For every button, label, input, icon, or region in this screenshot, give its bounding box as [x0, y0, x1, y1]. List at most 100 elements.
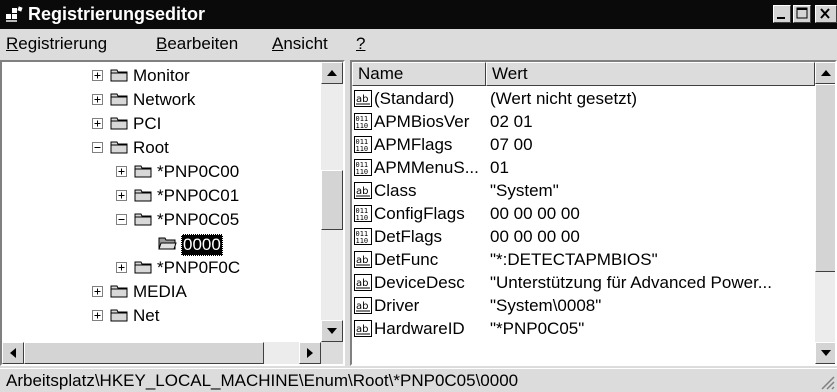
folder-icon	[110, 115, 129, 131]
expand-icon[interactable]	[92, 94, 103, 105]
value-row[interactable]: ab Driver "System\0008"	[352, 295, 814, 318]
value-name: ConfigFlags	[374, 204, 465, 223]
tree-node[interactable]: Root	[2, 136, 320, 160]
value-data: 02 01	[490, 112, 533, 131]
value-list-pane[interactable]: Name Wert ab (Standard) (Wert nicht gesetz…	[350, 60, 837, 366]
tree-horizontal-scroll-thumb[interactable]	[24, 342, 264, 364]
tree-node[interactable]: PCI	[2, 112, 320, 136]
value-name: DetFunc	[374, 250, 439, 269]
binary-value-icon: 011 110	[354, 228, 373, 246]
folder-icon	[110, 91, 129, 107]
expand-icon[interactable]	[116, 190, 127, 201]
value-row[interactable]: 011 110 APMBiosVer 02 01	[352, 111, 814, 134]
list-vertical-scroll-thumb[interactable]	[815, 84, 835, 272]
tree-horizontal-scrollbar[interactable]	[2, 342, 321, 364]
column-header-value[interactable]: Wert	[486, 62, 815, 86]
column-header-name-label: Name	[358, 64, 404, 83]
value-data: "Unterstützung für Advanced Power...	[490, 273, 772, 292]
tree-scroll-left-button[interactable]	[2, 342, 24, 364]
list-scroll-up-button[interactable]	[815, 62, 835, 84]
tree-vertical-scrollbar[interactable]	[321, 62, 343, 342]
folder-icon	[110, 139, 129, 155]
folder-icon	[134, 163, 153, 179]
svg-text:ab: ab	[356, 255, 368, 266]
svg-text:ab: ab	[356, 186, 368, 197]
value-row[interactable]: 011 110 APMMenuS... 01	[352, 157, 814, 180]
svg-text:110: 110	[356, 214, 369, 222]
value-name: APMBiosVer	[374, 112, 470, 131]
value-row[interactable]: ab (Standard) (Wert nicht gesetzt)	[352, 88, 814, 111]
tree-node[interactable]: *PNP0C05	[2, 208, 320, 232]
status-path: Arbeitsplatz\HKEY_LOCAL_MACHINE\Enum\Roo…	[6, 371, 519, 390]
value-data: 01	[490, 158, 509, 177]
menu-registrierung[interactable]: Registrierung	[6, 34, 107, 54]
string-value-icon: ab	[354, 274, 373, 292]
menu-ansicht[interactable]: Ansicht	[272, 34, 328, 54]
resize-grip-icon[interactable]	[819, 374, 835, 390]
list-vertical-scrollbar[interactable]	[815, 62, 835, 364]
binary-value-icon: 011 110	[354, 159, 373, 177]
maximize-button[interactable]	[793, 5, 811, 23]
column-header-name[interactable]: Name	[352, 62, 486, 86]
tree-node[interactable]: *PNP0C00	[2, 160, 320, 184]
svg-text:ab: ab	[356, 301, 368, 312]
tree-scroll-right-button[interactable]	[299, 342, 321, 364]
value-data: 00 00 00 00	[490, 227, 580, 246]
status-bar: Arbeitsplatz\HKEY_LOCAL_MACHINE\Enum\Roo…	[0, 368, 837, 392]
value-row[interactable]: ab Class "System"	[352, 180, 814, 203]
menu-bearbeiten[interactable]: Bearbeiten	[156, 34, 238, 54]
expand-icon[interactable]	[92, 310, 103, 321]
tree-node[interactable]: Network	[2, 88, 320, 112]
key-tree-pane[interactable]: Monitor Network PCI Root *PNP0C00 *PNP0C01 *PN…	[0, 60, 345, 366]
value-data: 07 00	[490, 135, 533, 154]
arrow-down-icon	[821, 350, 831, 356]
arrow-up-icon	[327, 70, 337, 76]
menu-bar: Registrierung Bearbeiten Ansicht ?	[0, 29, 837, 59]
tree-node[interactable]: *PNP0C01	[2, 184, 320, 208]
tree-node[interactable]: 0000	[2, 232, 320, 256]
title-bar[interactable]: Registrierungseditor	[0, 0, 837, 29]
scrollbar-corner	[321, 342, 343, 364]
string-value-icon: ab	[354, 297, 373, 315]
menu-help[interactable]: ?	[356, 34, 365, 54]
value-data: "*PNP0C05"	[490, 319, 585, 338]
collapse-icon[interactable]	[92, 142, 103, 153]
tree-node[interactable]: MEDIA	[2, 280, 320, 304]
folder-icon	[134, 211, 153, 227]
expand-icon[interactable]	[116, 166, 127, 177]
expand-icon[interactable]	[116, 262, 127, 273]
minimize-button[interactable]	[773, 5, 791, 23]
value-row[interactable]: 011 110 DetFlags 00 00 00 00	[352, 226, 814, 249]
value-name: (Standard)	[374, 89, 455, 108]
tree-vertical-scroll-thumb[interactable]	[321, 170, 343, 230]
value-row[interactable]: 011 110 APMFlags 07 00	[352, 134, 814, 157]
tree-node-label: Root	[133, 138, 169, 157]
value-name: DeviceDesc	[374, 273, 465, 292]
tree-node-label: Net	[133, 306, 160, 325]
value-name: APMMenuS...	[374, 158, 479, 177]
arrow-down-icon	[327, 328, 337, 334]
folder-icon	[110, 283, 129, 299]
tree-node[interactable]: *PNP0F0C	[2, 256, 320, 280]
folder-icon	[134, 259, 153, 275]
tree-node[interactable]: Monitor	[2, 64, 320, 88]
value-row[interactable]: 011 110 ConfigFlags 00 00 00 00	[352, 203, 814, 226]
tree-scroll-down-button[interactable]	[321, 320, 343, 342]
collapse-icon[interactable]	[116, 214, 127, 225]
binary-value-icon: 011 110	[354, 136, 373, 154]
arrow-up-icon	[821, 70, 831, 76]
expand-icon[interactable]	[92, 118, 103, 129]
tree-scroll-up-button[interactable]	[321, 62, 343, 84]
registry-editor-window: Registrierungseditor Registrierung Bearb…	[0, 0, 837, 392]
expand-icon[interactable]	[92, 70, 103, 81]
value-row[interactable]: ab DetFunc "*:DETECTAPMBIOS"	[352, 249, 814, 272]
expand-icon[interactable]	[92, 286, 103, 297]
value-data: "System\0008"	[490, 296, 602, 315]
tree-node[interactable]: Net	[2, 304, 320, 328]
value-row[interactable]: ab HardwareID "*PNP0C05"	[352, 318, 814, 341]
arrow-left-icon	[10, 348, 16, 358]
list-scroll-down-button[interactable]	[815, 342, 835, 364]
value-row[interactable]: ab DeviceDesc "Unterstützung für Advanced …	[352, 272, 814, 295]
tree-node-label: *PNP0C05	[157, 210, 240, 229]
close-button[interactable]	[815, 5, 837, 23]
